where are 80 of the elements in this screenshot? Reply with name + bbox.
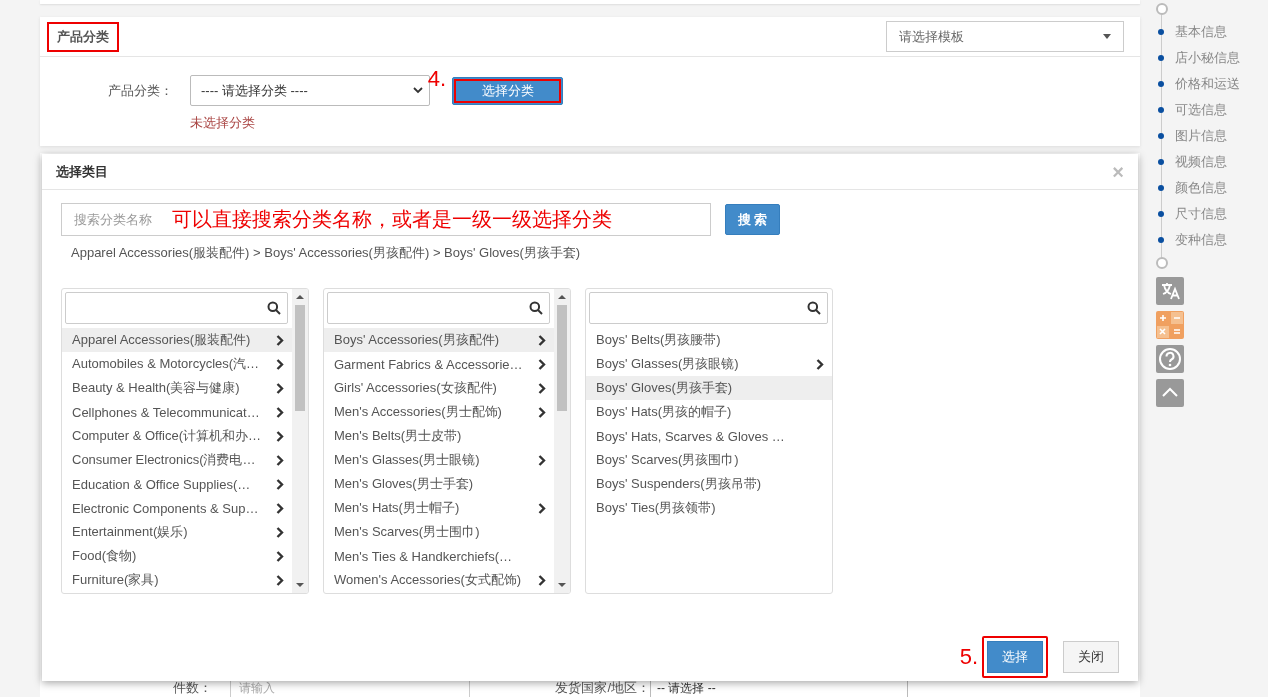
filter-field[interactable]: [589, 292, 828, 324]
category-item[interactable]: Boys' Glasses(男孩眼镜): [586, 352, 832, 376]
category-item[interactable]: Furniture(家具): [62, 568, 292, 592]
scrollbar[interactable]: [292, 289, 308, 593]
circle-icon: [1156, 257, 1168, 269]
search-icon: [529, 301, 543, 315]
chevron-right-icon: [276, 430, 284, 442]
category-item[interactable]: Apparel Accessories(服装配件): [62, 328, 292, 352]
chevron-right-icon: [276, 526, 284, 538]
field-label: 件数：: [172, 679, 212, 697]
category-item[interactable]: Boys' Hats, Scarves & Gloves …: [586, 424, 832, 448]
filter-field[interactable]: [65, 292, 288, 324]
category-item[interactable]: Garment Fabrics & Accessorie…: [324, 352, 554, 376]
category-item[interactable]: Boys' Gloves(男孩手套): [586, 376, 832, 400]
error-message: 未选择分类: [190, 114, 256, 132]
category-item[interactable]: Men's Scarves(男士围巾): [324, 520, 554, 544]
category-item[interactable]: Men's Belts(男士皮带): [324, 424, 554, 448]
scroll-top-icon[interactable]: [1156, 379, 1184, 407]
chevron-right-icon: [276, 382, 284, 394]
chevron-right-icon: [276, 406, 284, 418]
category-item[interactable]: Boys' Accessories(男孩配件): [324, 328, 554, 352]
chevron-right-icon: [276, 454, 284, 466]
breadcrumb: Apparel Accessories(服装配件) > Boys' Accessories(男孩配件) > Boys' Gloves(男孩手套): [71, 244, 582, 262]
category-item[interactable]: Men's Accessories(男士配饰): [324, 400, 554, 424]
section-title: 产品分类: [47, 21, 119, 52]
category-item[interactable]: Boys' Ties(男孩领带): [586, 496, 832, 520]
chevron-right-icon: [276, 574, 284, 586]
category-item[interactable]: Men's Glasses(男士眼镜): [324, 448, 554, 472]
category-item[interactable]: Computer & Office(计算机和办…: [62, 424, 292, 448]
category-item[interactable]: Cellphones & Telecommunicat…: [62, 400, 292, 424]
category-item[interactable]: Consumer Electronics(消费电…: [62, 448, 292, 472]
category-item[interactable]: Entertainment(娱乐): [62, 520, 292, 544]
dialog-title: 选择类目: [56, 162, 108, 181]
caret-icon: [1103, 34, 1111, 39]
category-item[interactable]: Food(食物): [62, 544, 292, 568]
chevron-right-icon: [538, 382, 546, 394]
category-item[interactable]: Boys' Suspenders(男孩吊带): [586, 472, 832, 496]
category-item[interactable]: Beauty & Health(美容与健康): [62, 376, 292, 400]
chevron-right-icon: [538, 334, 546, 346]
chevron-right-icon: [276, 334, 284, 346]
chevron-right-icon: [276, 478, 284, 490]
chevron-right-icon: [276, 502, 284, 514]
category-item[interactable]: Electronic Components & Sup…: [62, 496, 292, 520]
chevron-right-icon: [276, 550, 284, 562]
search-icon: [267, 301, 281, 315]
annotation-text: 可以直接搜索分类名称，或者是一级一级选择分类: [172, 207, 612, 232]
scrollbar[interactable]: [554, 289, 570, 593]
chevron-down-icon: [413, 87, 423, 94]
category-item[interactable]: Men's Hats(男士帽子): [324, 496, 554, 520]
template-select[interactable]: 请选择模板: [886, 21, 1124, 52]
help-icon[interactable]: [1156, 345, 1184, 373]
chevron-right-icon: [538, 574, 546, 586]
category-item[interactable]: Boys' Belts(男孩腰带): [586, 328, 832, 352]
search-icon: [807, 301, 821, 315]
chevron-right-icon: [538, 502, 546, 514]
circle-icon: [1156, 3, 1168, 15]
field-label: 产品分类：: [107, 81, 173, 100]
translate-icon[interactable]: [1156, 277, 1184, 305]
category-item[interactable]: Education & Office Supplies(…: [62, 472, 292, 496]
category-item[interactable]: Men's Gloves(男士手套): [324, 472, 554, 496]
search-button[interactable]: 搜 索: [725, 204, 780, 235]
search-field[interactable]: 搜索分类名称 可以直接搜索分类名称，或者是一级一级选择分类: [61, 203, 711, 236]
chevron-right-icon: [538, 358, 546, 370]
chevron-right-icon: [538, 454, 546, 466]
category-item[interactable]: Women's Accessories(女式配饰): [324, 568, 554, 592]
category-item[interactable]: Automobiles & Motorcycles(汽…: [62, 352, 292, 376]
chevron-right-icon: [276, 358, 284, 370]
calculator-icon[interactable]: [1156, 311, 1184, 339]
field-label: 发货国家/地区：: [554, 679, 650, 697]
filter-field[interactable]: [327, 292, 550, 324]
chevron-right-icon: [816, 358, 824, 370]
choose-category-button[interactable]: 选择分类: [452, 76, 563, 105]
category-item[interactable]: Boys' Hats(男孩的帽子): [586, 400, 832, 424]
chevron-right-icon: [538, 406, 546, 418]
category-item[interactable]: Girls' Accessories(女孩配件): [324, 376, 554, 400]
step-label: 5.: [959, 644, 978, 670]
select-placeholder: 请选择模板: [899, 27, 964, 46]
category-item[interactable]: Men's Ties & Handkerchiefs(…: [324, 544, 554, 568]
select-button[interactable]: 选择: [982, 636, 1048, 678]
category-item[interactable]: Boys' Scarves(男孩围巾): [586, 448, 832, 472]
